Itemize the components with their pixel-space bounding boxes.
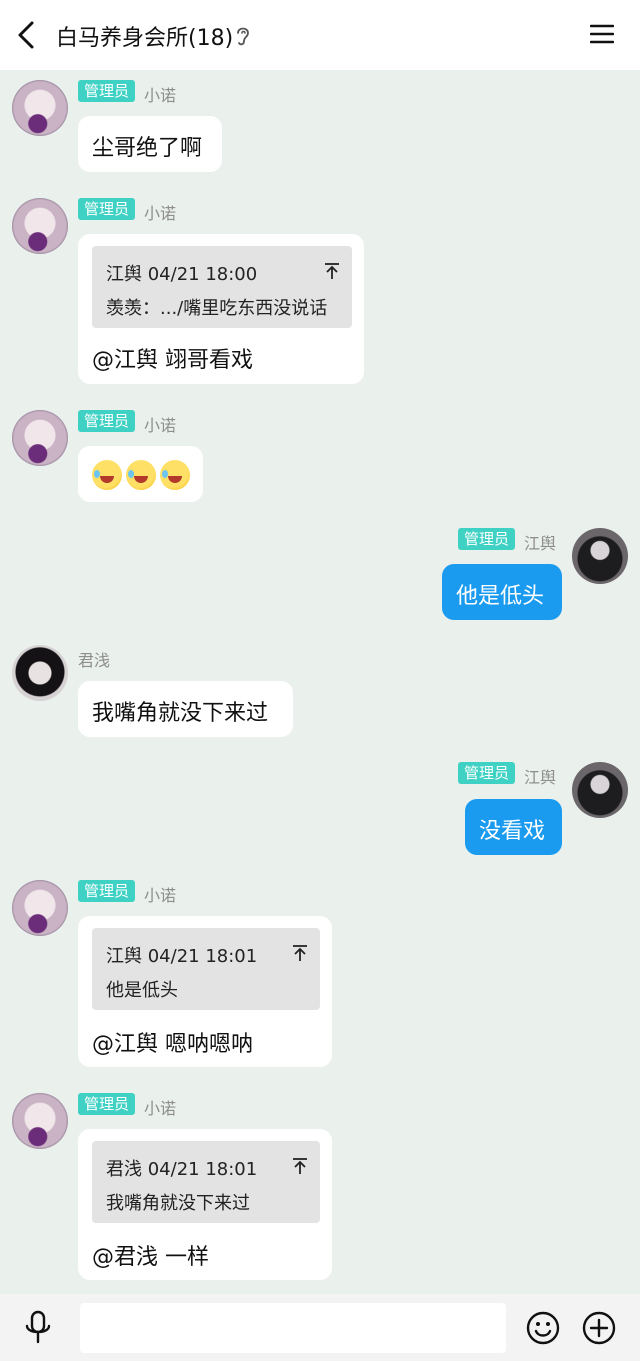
admin-badge: 管理员 [78,1093,136,1115]
sender-name: 小诺 [144,416,177,435]
avatar[interactable] [12,80,68,136]
sender-name: 江舆 [524,534,557,553]
message-text: 我嘴角就没下来过 [92,701,269,726]
menu-icon[interactable] [590,22,614,46]
admin-badge: 管理员 [78,410,136,432]
message-text: @江舆 嗯呐嗯呐 [92,1032,253,1057]
message-bubble[interactable]: 尘哥绝了啊 [78,116,222,172]
avatar[interactable] [572,528,628,584]
microphone-icon[interactable] [24,1310,52,1344]
face-with-tears-of-joy-icon [126,460,156,490]
emoji-icon[interactable] [526,1311,560,1345]
avatar[interactable] [12,880,68,936]
avatar[interactable] [12,198,68,254]
quoted-message[interactable]: 江舆 04/21 18:01 他是低头 [92,928,320,1010]
admin-badge: 管理员 [78,198,136,220]
sender-name: 小诺 [144,1099,177,1118]
message-bubble[interactable] [78,446,203,502]
admin-badge: 管理员 [78,880,136,902]
message-bubble[interactable]: 江舆 04/21 18:00 羡羡：.../嘴里吃东西没说话 @江舆 翊哥看戏 [78,234,364,384]
quote-header: 江舆 04/21 18:00 [106,264,258,285]
jump-to-quote-icon[interactable] [292,1157,308,1175]
message-bubble[interactable]: 江舆 04/21 18:01 他是低头 @江舆 嗯呐嗯呐 [78,916,332,1067]
quote-body: 我嘴角就没下来过 [106,1193,250,1214]
jump-to-quote-icon[interactable] [292,944,308,962]
jump-to-quote-icon[interactable] [324,262,340,280]
face-with-tears-of-joy-icon [160,460,190,490]
message-text: 尘哥绝了啊 [92,136,203,161]
quoted-message[interactable]: 江舆 04/21 18:00 羡羡：.../嘴里吃东西没说话 [92,246,352,328]
sender-name: 小诺 [144,204,177,223]
plus-icon[interactable] [582,1311,616,1345]
admin-badge: 管理员 [78,80,136,102]
face-with-tears-of-joy-icon [92,460,122,490]
back-icon[interactable] [14,20,40,50]
message-bubble[interactable]: 没看戏 [465,799,562,855]
quote-header: 江舆 04/21 18:01 [106,946,258,967]
message-input[interactable] [80,1303,506,1353]
quote-body: 他是低头 [106,980,178,1001]
message-bubble[interactable]: 君浅 04/21 18:01 我嘴角就没下来过 @君浅 一样 [78,1129,332,1280]
input-bar [0,1294,640,1361]
message-bubble[interactable]: 我嘴角就没下来过 [78,681,293,737]
quote-body: 羡羡：.../嘴里吃东西没说话 [106,298,328,319]
avatar[interactable] [12,410,68,466]
avatar[interactable] [572,762,628,818]
avatar[interactable] [12,645,68,701]
message-list[interactable]: 管理员 小诺 尘哥绝了啊 管理员 小诺 江舆 04/21 18:00 羡羡：..… [0,70,640,1294]
chat-header: 白马养身会所(18) [0,0,640,70]
sender-name: 小诺 [144,86,177,105]
message-text: @君浅 一样 [92,1245,209,1270]
quoted-message[interactable]: 君浅 04/21 18:01 我嘴角就没下来过 [92,1141,320,1223]
quote-header: 君浅 04/21 18:01 [106,1159,258,1180]
sender-name: 江舆 [524,768,557,787]
avatar[interactable] [12,1093,68,1149]
group-title[interactable]: 白马养身会所(18) [56,20,233,52]
message-text: @江舆 翊哥看戏 [92,348,253,373]
sender-name: 君浅 [78,651,111,670]
message-text: 他是低头 [456,584,545,609]
message-bubble[interactable]: 他是低头 [442,564,562,620]
admin-badge: 管理员 [458,528,516,550]
message-text: 没看戏 [479,819,546,844]
sender-name: 小诺 [144,886,177,905]
ear-icon[interactable] [234,24,252,48]
admin-badge: 管理员 [458,762,516,784]
